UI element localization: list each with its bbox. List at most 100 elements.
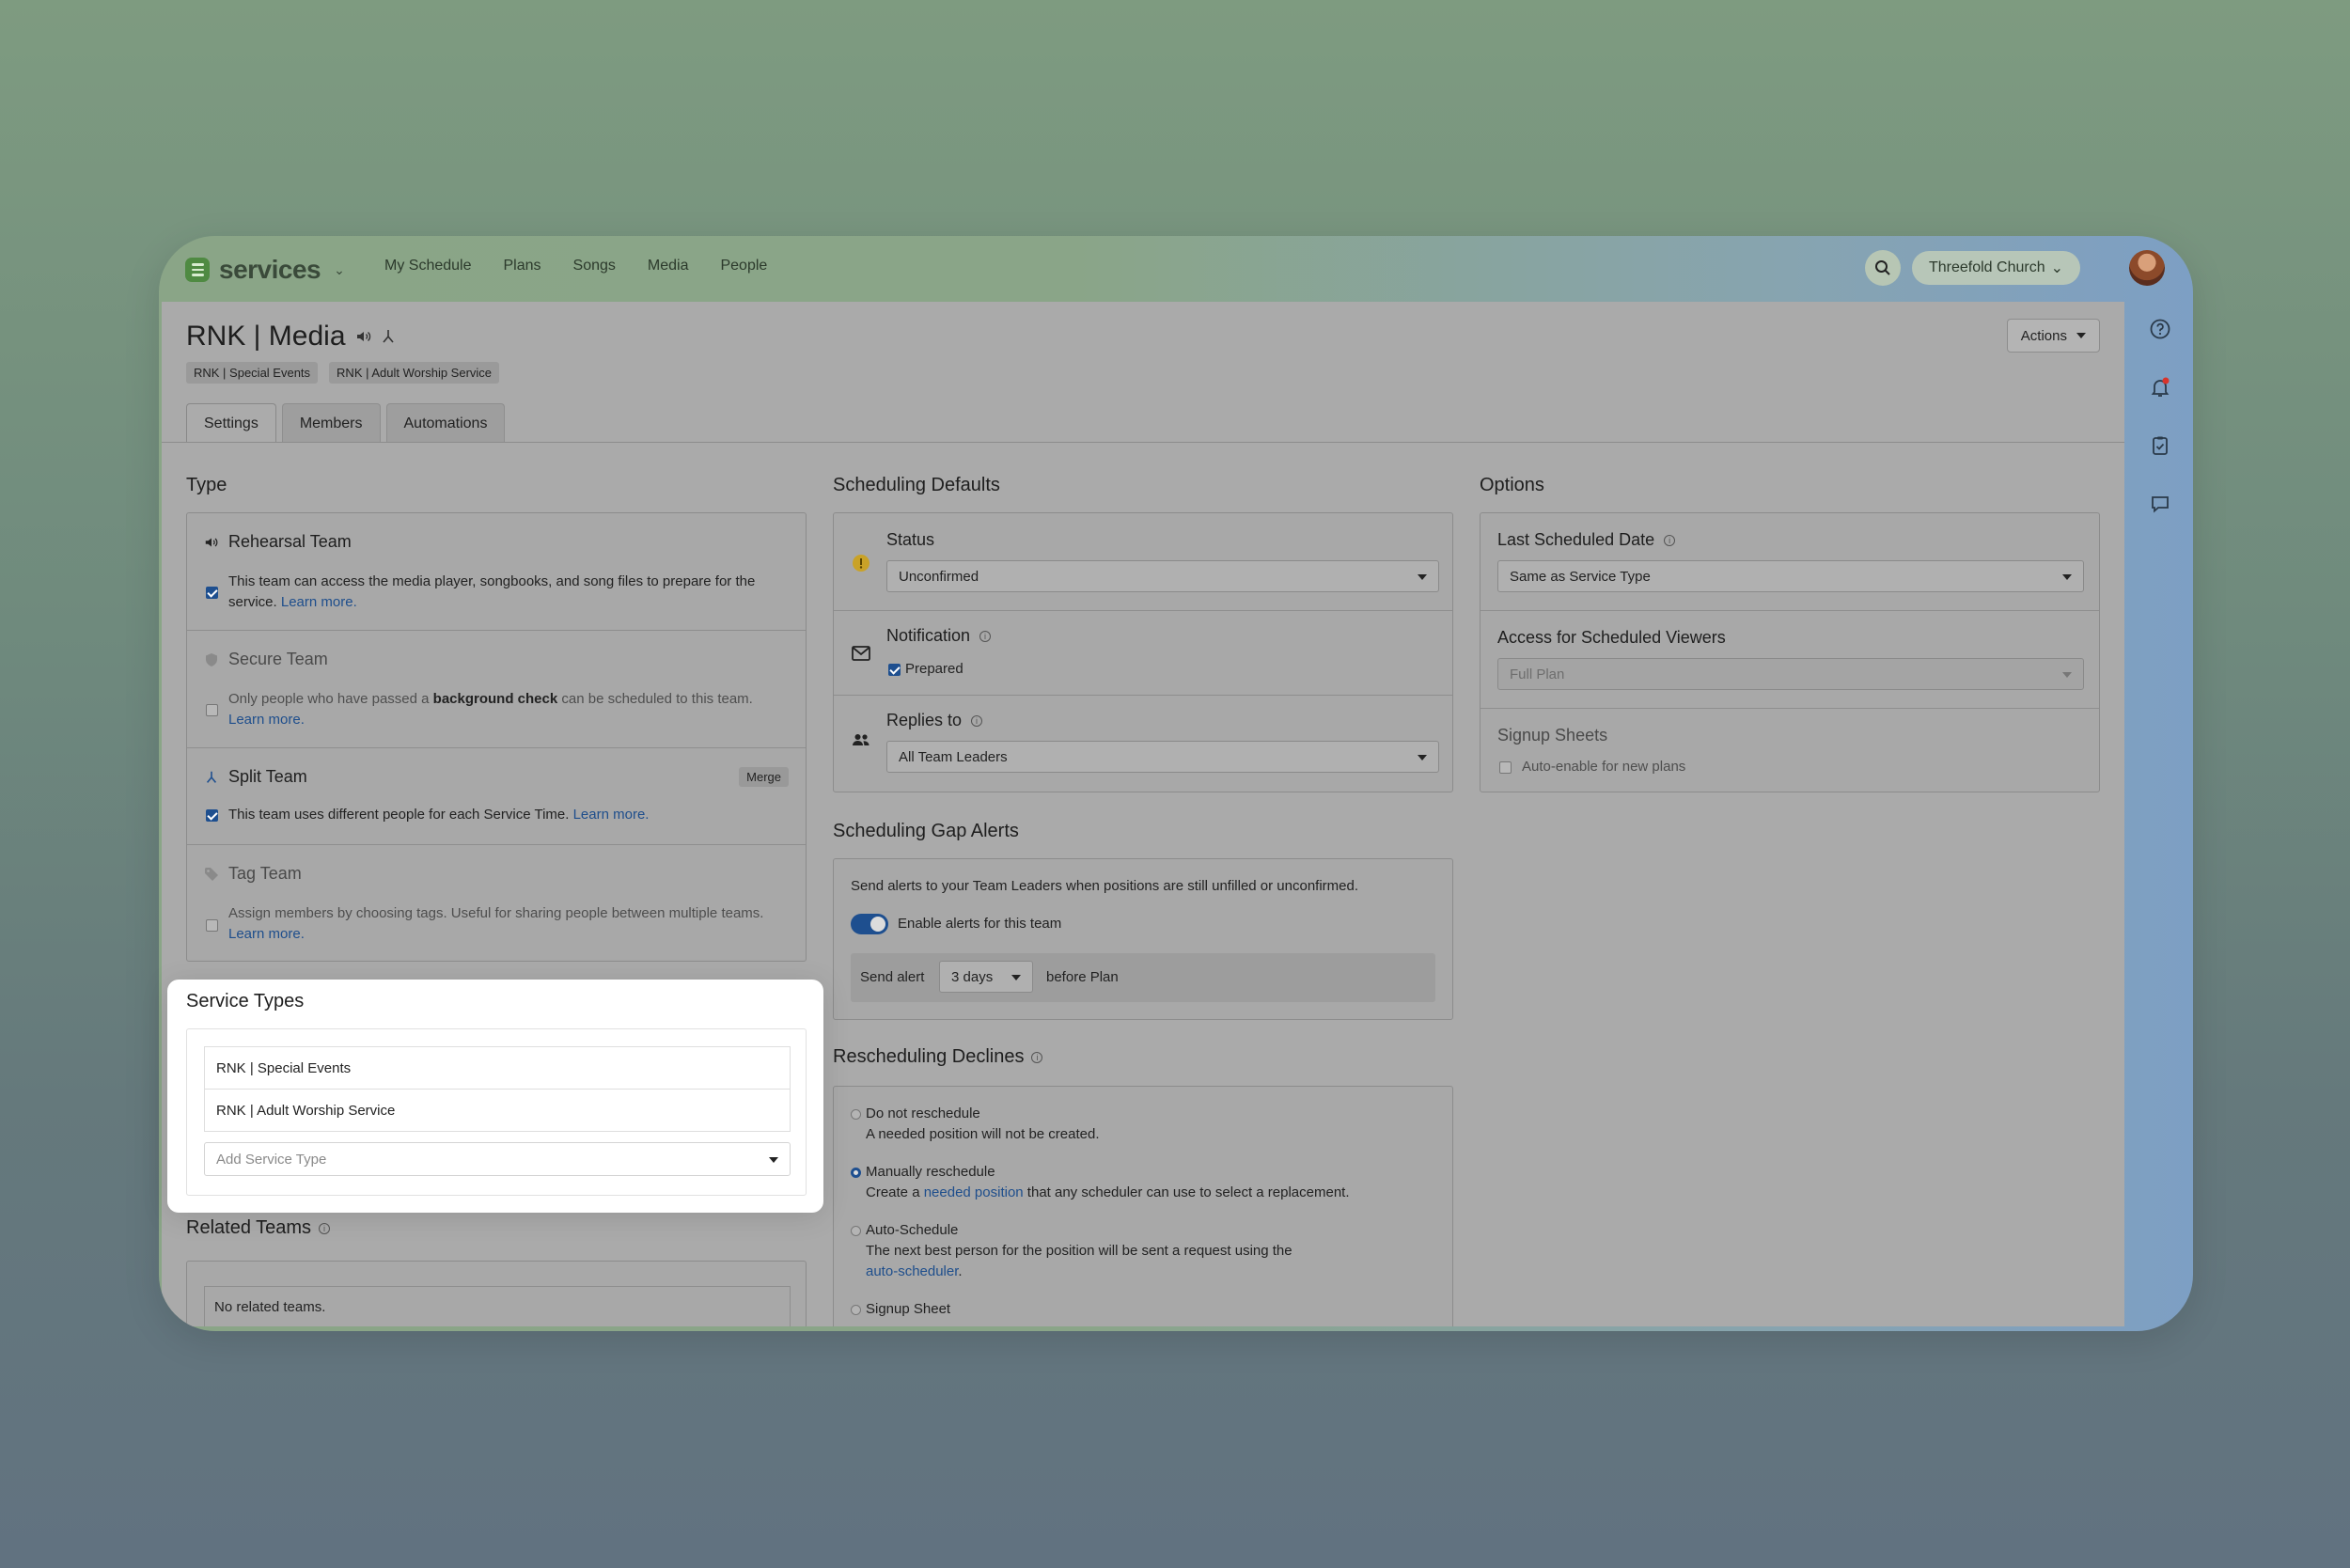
brand-switcher[interactable]: services ⌄ [185, 255, 345, 285]
access-row: Access for Scheduled Viewers Full Plan [1480, 611, 2099, 709]
alert-days-select[interactable]: 3 days [939, 961, 1033, 993]
secure-learn-more-link[interactable]: Learn more. [228, 712, 305, 728]
last-scheduled-label: Last Scheduled Date [1497, 530, 1655, 549]
split-learn-more-link[interactable]: Learn more. [573, 807, 650, 823]
chevron-down-icon: ⌄ [334, 261, 345, 277]
info-icon[interactable]: i [319, 1222, 331, 1234]
options-title: Options [1480, 475, 1544, 495]
gap-alerts-toggle[interactable] [851, 914, 888, 934]
tabs: Settings Members Automations [186, 403, 506, 443]
do-not-reschedule-option: Do not reschedule A needed position will … [866, 1104, 1100, 1145]
auto-schedule-radio[interactable] [851, 1226, 861, 1236]
split-team-row: Split Team Merge This team uses differen… [187, 748, 806, 845]
tag-learn-more-link[interactable]: Learn more. [228, 926, 305, 942]
chip-service-type[interactable]: RNK | Special Events [186, 362, 319, 384]
info-icon[interactable]: i [979, 630, 992, 642]
tag-team-checkbox[interactable] [206, 919, 218, 932]
last-scheduled-row: Last Scheduled Date i Same as Service Typ… [1480, 513, 2099, 611]
caret-down-icon [2062, 574, 2072, 580]
split-icon [382, 330, 394, 343]
declines-title: Rescheduling Declines i [833, 1046, 1043, 1068]
service-type-item[interactable]: RNK | Special Events [204, 1046, 791, 1090]
notifications-bell-icon[interactable] [2144, 371, 2176, 403]
needed-position-link[interactable]: needed position [924, 1184, 1024, 1200]
help-icon[interactable] [2144, 313, 2176, 345]
signup-sheet-option: Signup Sheet [866, 1301, 951, 1317]
rehearsal-learn-more-link[interactable]: Learn more. [281, 594, 357, 610]
access-label: Access for Scheduled Viewers [1497, 628, 1726, 647]
last-scheduled-title: Last Scheduled Date i [1497, 530, 1676, 550]
tab-members[interactable]: Members [281, 403, 381, 443]
nav-plans[interactable]: Plans [504, 258, 541, 274]
right-rail [2127, 302, 2193, 1331]
auto-scheduler-link[interactable]: auto-scheduler [866, 1263, 958, 1279]
replies-label: Replies to [886, 711, 963, 729]
page-title: RNK | Media [186, 321, 397, 353]
rehearsal-team-description: This team can access the media player, s… [228, 572, 792, 613]
merge-button[interactable]: Merge [739, 767, 789, 787]
rehearsal-team-row: Rehearsal Team This team can access the … [187, 513, 806, 631]
related-teams-label: Related Teams [186, 1217, 312, 1238]
access-select: Full Plan [1497, 658, 2084, 690]
search-button[interactable] [1864, 250, 1901, 286]
clipboard-check-icon[interactable] [2144, 430, 2176, 462]
replies-title: Replies to i [886, 711, 983, 730]
auto-schedule-option: Auto-Schedule The next best person for th… [866, 1220, 1392, 1282]
tab-divider [162, 442, 2124, 443]
info-icon[interactable]: i [1664, 534, 1676, 546]
do-not-reschedule-radio[interactable] [851, 1109, 861, 1120]
last-scheduled-value: Same as Service Type [1510, 568, 1651, 585]
add-service-type-select[interactable]: Add Service Type [204, 1142, 791, 1176]
speaker-icon [205, 538, 218, 546]
secure-team-title: Secure Team [204, 650, 328, 669]
rehearsal-team-checkbox[interactable] [206, 587, 218, 599]
add-service-type-placeholder: Add Service Type [216, 1151, 327, 1168]
caret-down-icon [1011, 975, 1021, 980]
nav-people[interactable]: People [720, 258, 767, 274]
nav-media[interactable]: Media [648, 258, 689, 274]
replies-select[interactable]: All Team Leaders [886, 741, 1439, 773]
prepared-label: Prepared [905, 661, 964, 677]
opt2-text-b: that any scheduler can use to select a r… [1023, 1184, 1350, 1200]
secure-text-c: can be scheduled to this team. [557, 691, 753, 707]
info-icon[interactable]: i [1031, 1051, 1043, 1063]
speaker-icon [356, 331, 370, 342]
user-avatar[interactable] [2129, 250, 2165, 286]
scheduling-defaults-card: Status Unconfirmed Notification i Prepare… [833, 512, 1453, 792]
org-name: Threefold Church [1928, 259, 2045, 275]
nav-my-schedule[interactable]: My Schedule [384, 258, 472, 274]
chip-service-type[interactable]: RNK | Adult Worship Service [329, 362, 500, 384]
page-title-text: RNK | Media [186, 321, 346, 352]
actions-button[interactable]: Actions [2006, 319, 2100, 353]
service-types-card: RNK | Special Events RNK | Adult Worship… [186, 1028, 807, 1196]
secure-team-description: Only people who have passed a background… [228, 689, 792, 730]
no-related-teams: No related teams. [204, 1286, 791, 1326]
manually-reschedule-radio[interactable] [851, 1168, 861, 1178]
org-switcher[interactable]: Threefold Church ⌄ [1911, 251, 2080, 285]
related-teams-title: Related Teams i [186, 1217, 331, 1239]
caret-down-icon [2062, 672, 2072, 678]
replies-row: Replies to i All Team Leaders [834, 696, 1452, 793]
nav-songs[interactable]: Songs [573, 258, 616, 274]
services-logo-icon [185, 258, 210, 282]
service-type-item[interactable]: RNK | Adult Worship Service [204, 1089, 791, 1132]
split-team-title: Split Team [204, 767, 307, 787]
chat-icon[interactable] [2144, 488, 2176, 520]
info-icon[interactable]: i [971, 714, 983, 727]
signup-sheet-radio[interactable] [851, 1305, 861, 1315]
status-select[interactable]: Unconfirmed [886, 560, 1439, 592]
opt1-title: Do not reschedule [866, 1105, 980, 1121]
gap-alerts-toggle-label: Enable alerts for this team [898, 916, 1062, 932]
split-team-checkbox[interactable] [206, 809, 218, 822]
last-scheduled-select[interactable]: Same as Service Type [1497, 560, 2084, 592]
search-icon [1874, 260, 1890, 275]
signup-label: Signup Sheets [1497, 726, 1608, 745]
service-type-chips: RNK | Special Events RNK | Adult Worship… [186, 362, 500, 384]
auto-enable-checkbox[interactable] [1499, 761, 1512, 774]
tab-automations[interactable]: Automations [385, 403, 506, 443]
opt2-text-a: Create a [866, 1184, 924, 1200]
tab-settings[interactable]: Settings [186, 403, 276, 443]
prepared-checkbox[interactable] [888, 664, 901, 676]
secure-team-checkbox[interactable] [206, 704, 218, 716]
opt1-text: A needed position will not be created. [866, 1126, 1100, 1142]
